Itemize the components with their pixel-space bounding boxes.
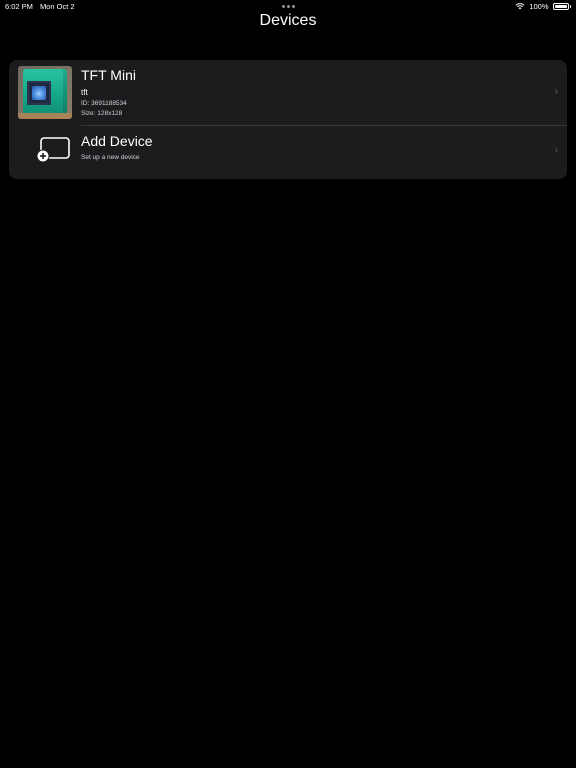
device-screen-image <box>27 81 51 105</box>
page-title: Devices <box>259 12 317 29</box>
device-list: TFT Mini tft ID: 3691188534 Size: 128x12… <box>9 60 567 179</box>
table-surface-image <box>18 113 72 119</box>
device-row-tft-mini[interactable]: TFT Mini tft ID: 3691188534 Size: 128x12… <box>9 60 567 125</box>
chevron-right-icon: › <box>554 145 558 156</box>
status-left: 6:02 PM Mon Oct 2 <box>5 2 75 11</box>
device-size: Size: 128x128 <box>81 110 123 117</box>
status-date: Mon Oct 2 <box>39 2 75 11</box>
battery-icon <box>552 3 569 10</box>
status-bar: 6:02 PM Mon Oct 2 100% <box>0 0 576 12</box>
chevron-right-icon: › <box>554 86 558 97</box>
device-type: tft <box>81 88 88 97</box>
add-device-icon <box>36 137 70 163</box>
status-right: 100% <box>515 2 571 11</box>
battery-tip <box>569 5 571 8</box>
add-device-subtitle: Set up a new device <box>81 154 140 161</box>
add-device-title: Add Device <box>81 133 153 149</box>
device-thumbnail <box>18 66 72 119</box>
device-name: TFT Mini <box>81 67 136 83</box>
battery-fill <box>554 5 567 8</box>
wifi-icon <box>515 3 525 10</box>
device-id: ID: 3691188534 <box>81 100 127 107</box>
battery-percent: 100% <box>529 2 549 11</box>
add-device-row[interactable]: Add Device Set up a new device › <box>9 125 567 179</box>
multitasking-dots-icon[interactable] <box>282 5 295 8</box>
status-time: 6:02 PM <box>5 2 33 11</box>
